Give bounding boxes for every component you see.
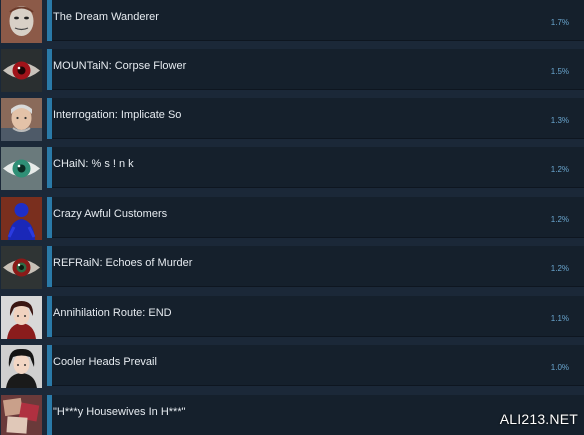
blue-figure-icon [1,197,42,240]
achievement-percent: 1.2% [550,264,569,273]
achievement-row[interactable]: Cooler Heads Prevail 1.0% [0,345,584,390]
watermark-text: ALI213.NET [499,411,578,427]
collage-icon [1,395,42,435]
achievement-row[interactable]: The Dream Wanderer 1.7% [0,0,584,45]
achievement-percent: 1.2% [550,215,569,224]
achievement-row[interactable]: CHaiN: % s ! n k 1.2% [0,147,584,192]
achievement-name: REFRaiN: Echoes of Murder [53,257,193,269]
green-eye-icon [1,147,42,190]
old-man-portrait-icon [1,98,42,141]
red-hair-portrait-icon [1,296,42,339]
achievement-row[interactable]: MOUNTaiN: Corpse Flower 1.5% [0,49,584,94]
achievement-row[interactable]: REFRaiN: Echoes of Murder 1.2% [0,246,584,291]
achievement-name: The Dream Wanderer [53,11,159,23]
face-portrait-icon [1,0,42,43]
achievement-name: "H***y Housewives In H***" [53,406,186,418]
dark-hair-portrait-icon [1,345,42,388]
achievement-name: CHaiN: % s ! n k [53,158,134,170]
green-eye-icon [1,246,42,289]
achievement-row[interactable]: Interrogation: Implicate So 1.3% [0,98,584,143]
achievement-percent: 1.0% [550,363,569,372]
achievement-row[interactable]: Annihilation Route: END 1.1% [0,296,584,341]
achievement-list: The Dream Wanderer 1.7% MOUNTaiN: Corpse… [0,0,584,435]
achievement-percent: 1.7% [550,18,569,27]
achievement-name: Cooler Heads Prevail [53,356,157,368]
achievement-percent: 1.1% [550,314,569,323]
achievement-name: MOUNTaiN: Corpse Flower [53,60,187,72]
achievement-percent: 1.3% [550,116,569,125]
achievement-name: Annihilation Route: END [53,307,172,319]
achievement-row[interactable]: Crazy Awful Customers 1.2% [0,197,584,242]
achievement-name: Interrogation: Implicate So [53,109,182,121]
achievement-name: Crazy Awful Customers [53,208,168,220]
achievement-row[interactable]: "H***y Housewives In H***" [0,395,584,435]
achievement-percent: 1.2% [550,165,569,174]
achievement-percent: 1.5% [550,67,569,76]
red-eye-icon [1,49,42,92]
